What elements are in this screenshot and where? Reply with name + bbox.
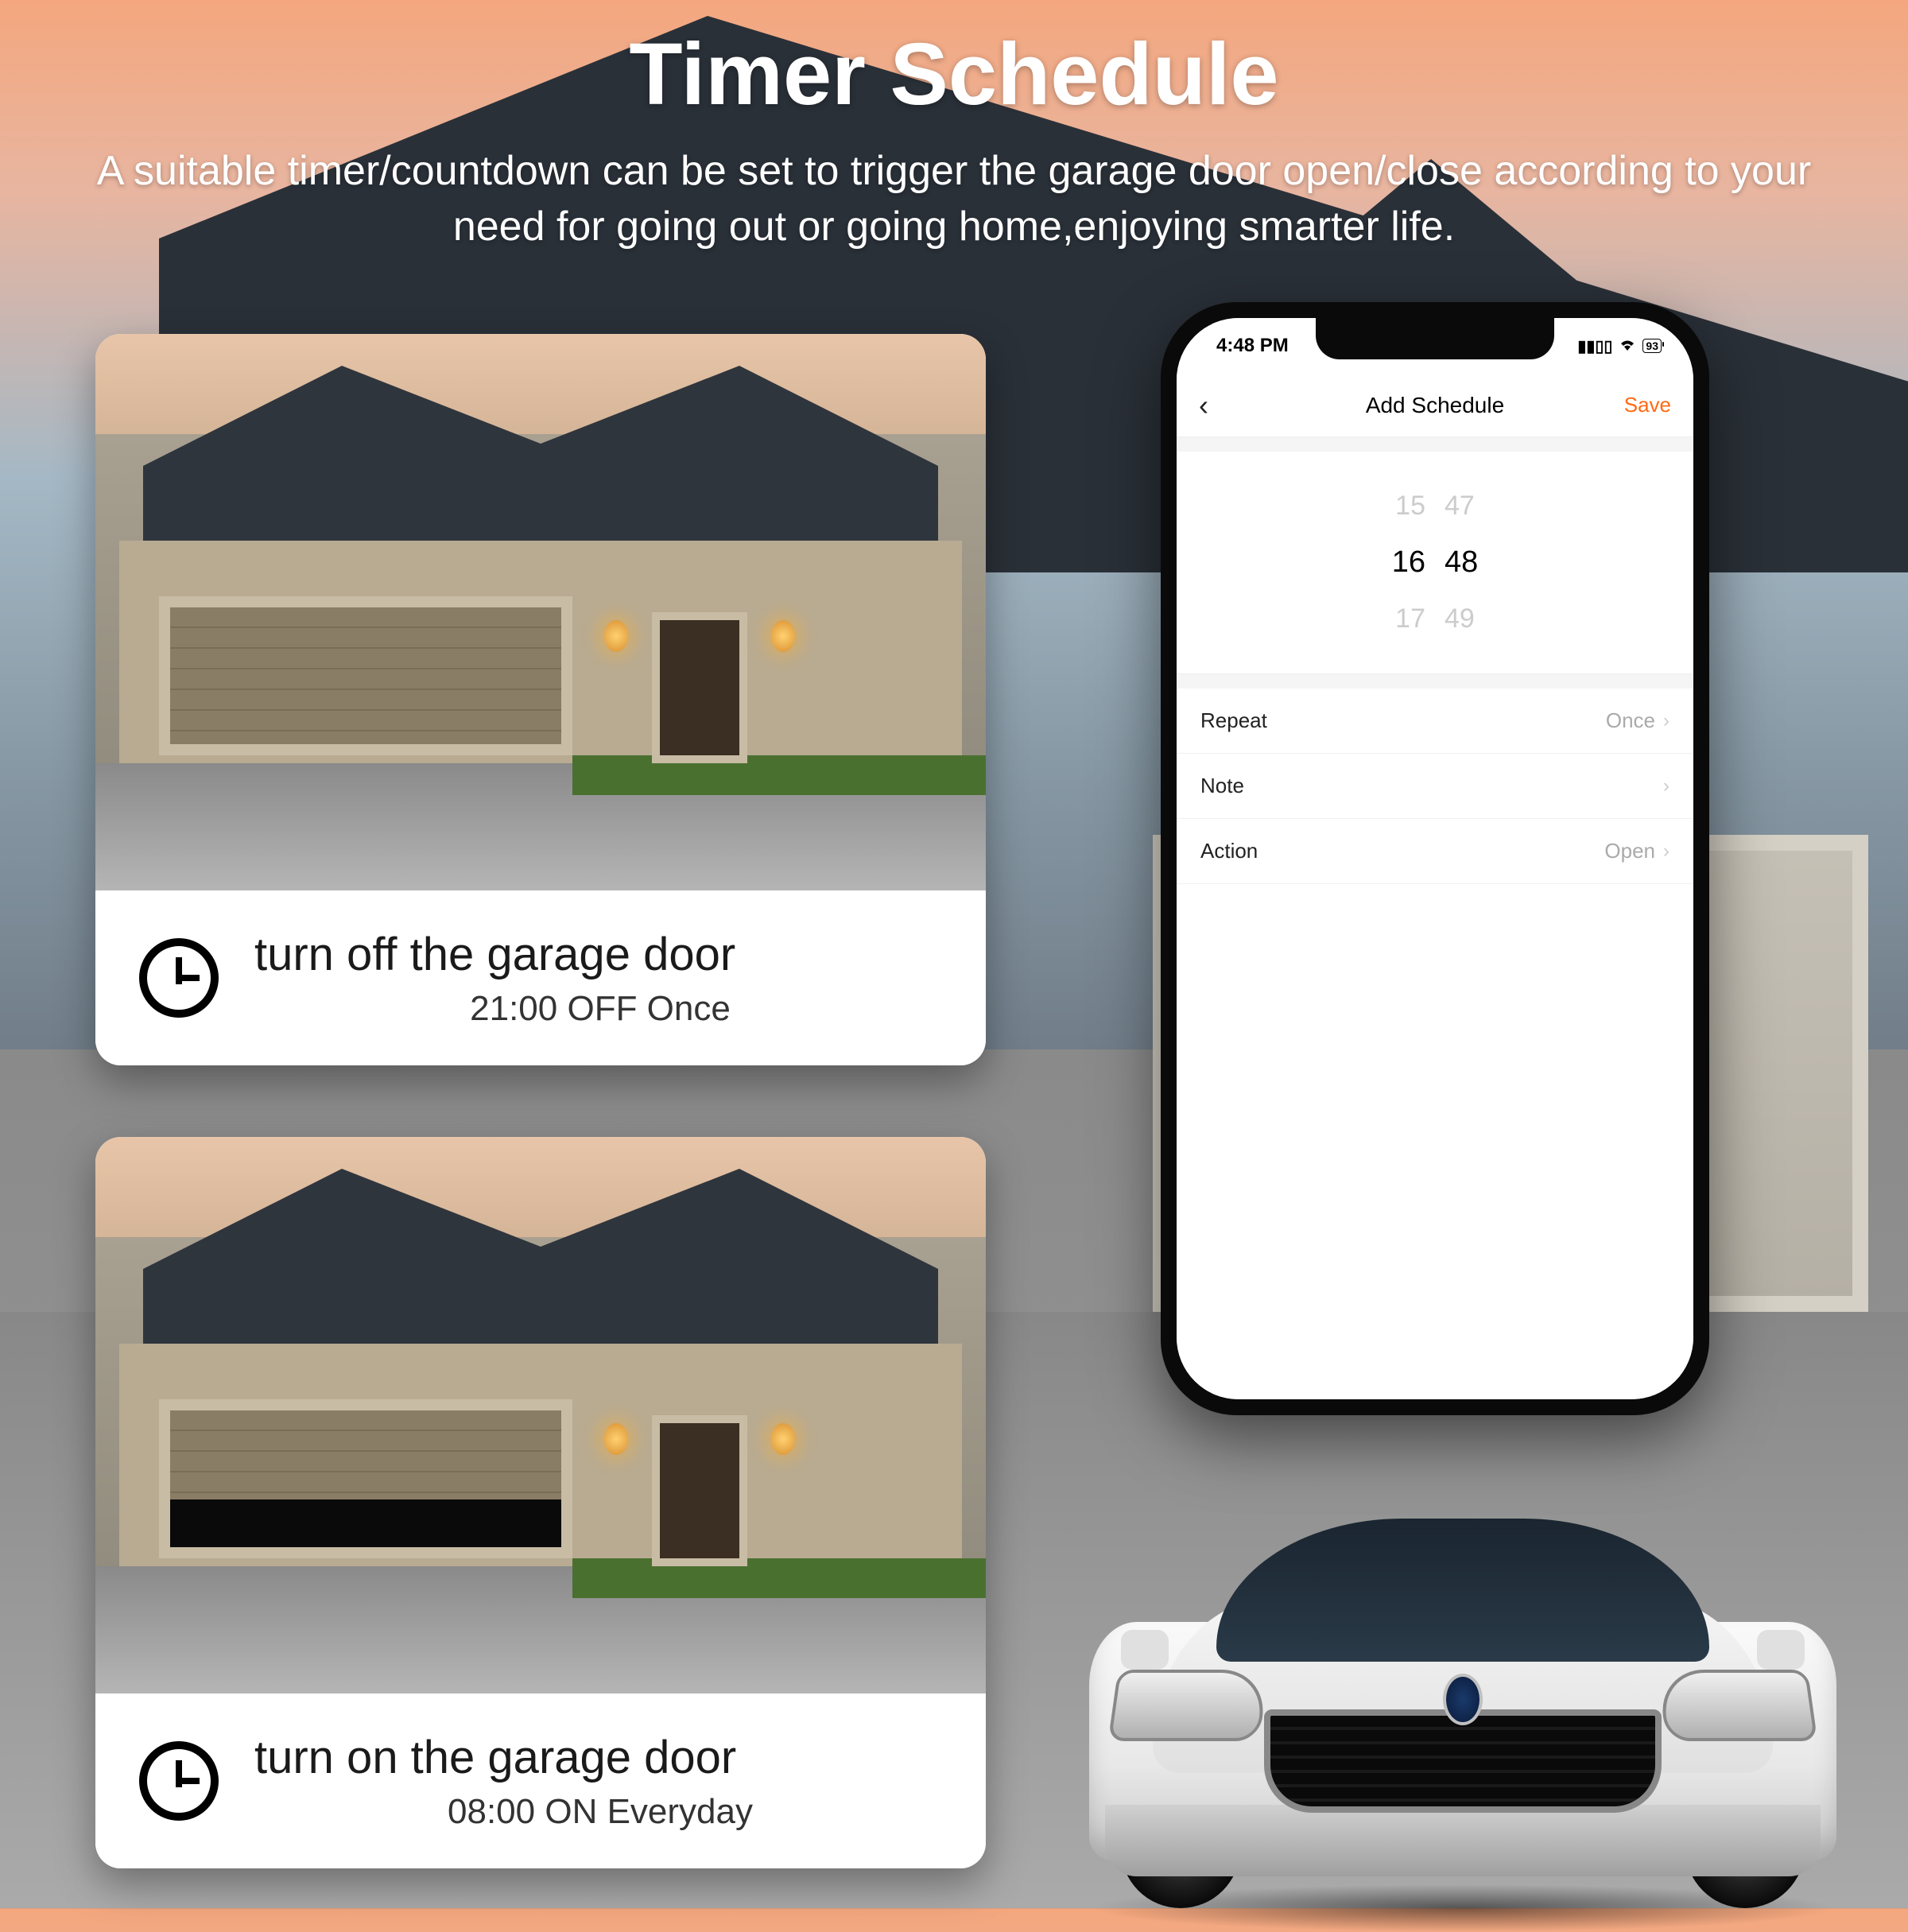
wifi-icon [1619, 337, 1636, 355]
setting-value: Open [1604, 839, 1655, 863]
phone-mockup: 4:48 PM ▮▮▯▯ 93 ‹ Add Schedule Save 1547 [1161, 302, 1709, 1415]
chevron-right-icon: › [1663, 710, 1670, 732]
chevron-right-icon: › [1663, 840, 1670, 863]
page-title: Timer Schedule [0, 24, 1908, 125]
time-picker[interactable]: 1547 1648 1749 [1177, 452, 1693, 674]
house-illustration-opening [95, 1137, 986, 1693]
clock-icon [135, 934, 223, 1022]
phone-screen: 4:48 PM ▮▮▯▯ 93 ‹ Add Schedule Save 1547 [1177, 318, 1693, 1399]
card-title: turn on the garage door [254, 1731, 946, 1784]
card-title: turn off the garage door [254, 928, 946, 981]
clock-icon [135, 1737, 223, 1825]
status-time: 4:48 PM [1216, 335, 1289, 357]
car-illustration [1057, 1471, 1868, 1932]
card-detail: 08:00 ON Everyday [254, 1792, 946, 1832]
setting-label: Note [1200, 774, 1244, 798]
setting-label: Repeat [1200, 708, 1267, 733]
card-label-row: turn off the garage door 21:00 OFF Once [95, 890, 986, 1065]
settings-list: Repeat Once › Note › Action Open › [1177, 689, 1693, 884]
setting-note[interactable]: Note › [1177, 754, 1693, 819]
signal-icon: ▮▮▯▯ [1577, 336, 1612, 356]
schedule-card-off: turn off the garage door 21:00 OFF Once [95, 334, 986, 1065]
setting-action[interactable]: Action Open › [1177, 819, 1693, 884]
page-subtitle: A suitable timer/countdown can be set to… [95, 143, 1813, 254]
picker-row-prev[interactable]: 1547 [1395, 491, 1475, 522]
setting-label: Action [1200, 839, 1258, 863]
card-label-row: turn on the garage door 08:00 ON Everyda… [95, 1693, 986, 1868]
picker-row-next[interactable]: 1749 [1395, 603, 1475, 634]
phone-notch [1316, 318, 1554, 359]
setting-repeat[interactable]: Repeat Once › [1177, 689, 1693, 754]
battery-icon: 93 [1642, 339, 1662, 353]
status-indicators: ▮▮▯▯ 93 [1577, 336, 1662, 356]
nav-bar: ‹ Add Schedule Save [1177, 374, 1693, 437]
save-button[interactable]: Save [1624, 393, 1671, 417]
setting-value: Once [1606, 708, 1655, 733]
nav-title: Add Schedule [1177, 393, 1693, 418]
house-illustration-closed [95, 334, 986, 890]
card-detail: 21:00 OFF Once [254, 989, 946, 1029]
chevron-right-icon: › [1663, 775, 1670, 797]
schedule-card-on: turn on the garage door 08:00 ON Everyda… [95, 1137, 986, 1868]
screen-blank-area [1177, 884, 1693, 1399]
picker-row-selected[interactable]: 1648 [1392, 545, 1479, 580]
